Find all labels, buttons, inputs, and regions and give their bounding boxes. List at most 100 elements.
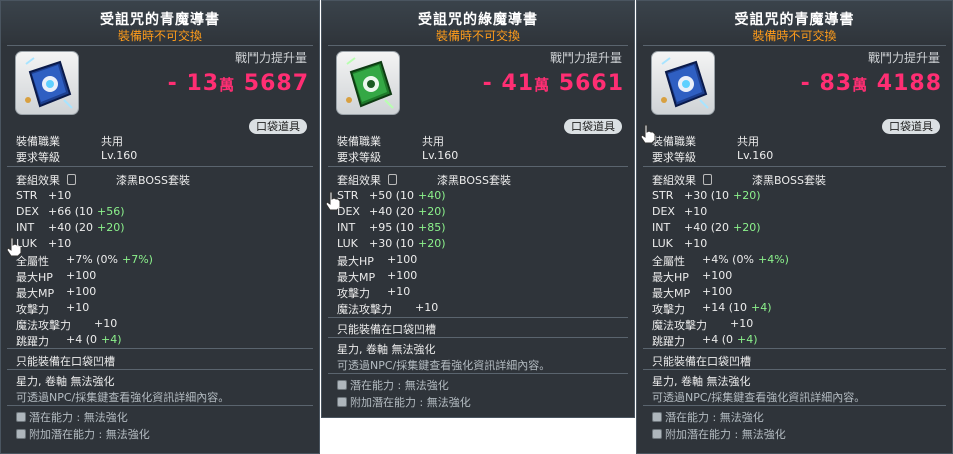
potential-text: 潛在能力 : 無法強化 bbox=[665, 411, 764, 424]
stat-name: DEX bbox=[337, 205, 360, 218]
stat-name: INT bbox=[337, 221, 356, 234]
divider bbox=[7, 348, 313, 349]
stat-value: +100 bbox=[387, 253, 418, 266]
combat-power-change: - 41萬 5661 bbox=[483, 71, 624, 96]
set-value: 漆黑BOSS套裝 bbox=[752, 174, 826, 187]
stat-bonus: +85) bbox=[418, 221, 446, 234]
stat-value: +4% (0% bbox=[702, 253, 754, 266]
divider bbox=[7, 405, 313, 406]
stat-bonus: +20) bbox=[418, 237, 446, 250]
npc-note: 可透過NPC/採集鍵查看強化資訊詳細內容。 bbox=[652, 391, 866, 404]
combat-power-change: - 13萬 5687 bbox=[168, 71, 309, 96]
stat-name: STR bbox=[652, 189, 674, 202]
stat-bonus: +4) bbox=[751, 301, 772, 314]
set-icon bbox=[702, 174, 712, 185]
stat-bonus: +56) bbox=[97, 205, 125, 218]
additional-potential-text: 附加潛在能力 : 無法強化 bbox=[29, 428, 150, 441]
stat-row: 攻擊力 +10 bbox=[16, 301, 89, 317]
stat-bonus-wrap: +20) bbox=[729, 221, 761, 234]
item-tooltip-1: 受詛咒的青魔導書 裝備時不可交換 戰鬥力提升量 - 13萬 5687 口袋道具 … bbox=[0, 0, 320, 454]
stat-value: +10 bbox=[684, 237, 708, 250]
set-label: 套組效果 bbox=[652, 174, 696, 187]
combat-power-change: - 83萬 4188 bbox=[801, 71, 942, 96]
power-wan: 41 bbox=[501, 71, 535, 96]
stat-bonus-wrap: +4%) bbox=[754, 253, 789, 266]
stat-value: +4 (0 bbox=[702, 333, 734, 346]
stat-row: 最大MP +100 bbox=[652, 285, 732, 301]
divider bbox=[643, 405, 946, 406]
stat-name: 攻擊力 bbox=[16, 303, 49, 316]
divider bbox=[643, 369, 946, 370]
stat-row: 跳躍力 +4 (0 +4) bbox=[652, 333, 758, 349]
divider bbox=[328, 373, 628, 374]
combat-power-label: 戰鬥力提升量 bbox=[867, 51, 940, 65]
stat-row: 全屬性 +4% (0% +4%) bbox=[652, 253, 789, 269]
additional-potential-text: 附加潛在能力 : 無法強化 bbox=[665, 428, 786, 441]
additional-potential-row: 附加潛在能力 : 無法強化 bbox=[652, 426, 786, 442]
stat-row: DEX +40 (20 +20) bbox=[337, 205, 446, 218]
pocket-only-note: 只能裝備在口袋凹槽 bbox=[652, 355, 751, 368]
divider bbox=[328, 317, 628, 318]
trade-notice: 裝備時不可交換 bbox=[435, 29, 520, 43]
divider bbox=[328, 45, 628, 46]
power-sign: - bbox=[167, 71, 178, 96]
power-wan: 13 bbox=[186, 71, 220, 96]
stat-bonus-wrap: +56) bbox=[93, 205, 125, 218]
power-rest: 5687 bbox=[243, 71, 309, 96]
stat-value: +100 bbox=[66, 269, 97, 282]
stat-row: STR +50 (10 +40) bbox=[337, 189, 446, 202]
stat-value: +7% (0% bbox=[66, 253, 118, 266]
item-title: 受詛咒的青魔導書 bbox=[100, 12, 220, 28]
stat-value: +10 bbox=[48, 237, 72, 250]
job-label: 裝備職業 bbox=[652, 135, 696, 148]
star-scroll-note: 星力, 卷軸 無法強化 bbox=[337, 343, 436, 356]
stat-name: 魔法攻擊力 bbox=[337, 303, 392, 316]
stat-bonus-wrap: +4) bbox=[733, 333, 758, 346]
set-row: 套組效果 漆黑BOSS套裝 bbox=[652, 172, 826, 188]
stat-name: 全屬性 bbox=[16, 255, 49, 268]
job-value: 共用 bbox=[737, 135, 759, 148]
stat-row: LUK +10 bbox=[652, 237, 707, 250]
divider bbox=[643, 166, 946, 167]
stat-value: +100 bbox=[702, 285, 733, 298]
star-scroll-note: 星力, 卷軸 無法強化 bbox=[652, 375, 751, 388]
power-wan: 83 bbox=[819, 71, 853, 96]
item-icon-frame bbox=[15, 51, 79, 115]
stat-row: 最大HP +100 bbox=[652, 269, 732, 285]
stat-row: 最大MP +100 bbox=[16, 285, 96, 301]
stat-row: 跳躍力 +4 (0 +4) bbox=[16, 333, 122, 349]
stat-name: 最大MP bbox=[337, 271, 376, 284]
stat-value: +10 bbox=[94, 317, 118, 330]
potential-text: 潛在能力 : 無法強化 bbox=[29, 411, 128, 424]
stat-name: 跳躍力 bbox=[16, 335, 49, 348]
bullet-icon bbox=[652, 412, 662, 422]
trade-notice: 裝備時不可交換 bbox=[117, 29, 202, 43]
item-title: 受詛咒的綠魔導書 bbox=[418, 12, 538, 28]
stat-name: 跳躍力 bbox=[652, 335, 685, 348]
bullet-icon bbox=[652, 429, 662, 439]
stat-name: LUK bbox=[652, 237, 673, 250]
stat-row: STR +10 bbox=[16, 189, 71, 202]
additional-potential-row: 附加潛在能力 : 無法強化 bbox=[16, 426, 150, 442]
stat-name: STR bbox=[337, 189, 359, 202]
stat-name: LUK bbox=[337, 237, 358, 250]
stat-name: LUK bbox=[16, 237, 37, 250]
item-icon-frame bbox=[651, 51, 715, 115]
job-row: 裝備職業 共用 bbox=[652, 133, 759, 149]
level-row: 要求等級 Lv.160 bbox=[652, 149, 773, 165]
level-value: Lv.160 bbox=[422, 149, 459, 162]
stat-value: +10 bbox=[730, 317, 754, 330]
hand-cursor-icon bbox=[640, 124, 656, 144]
level-label: 要求等級 bbox=[337, 151, 381, 164]
stat-row: 最大HP +100 bbox=[16, 269, 96, 285]
stat-row: STR +30 (10 +20) bbox=[652, 189, 761, 202]
stat-bonus: +4) bbox=[737, 333, 758, 346]
set-label: 套組效果 bbox=[337, 174, 381, 187]
set-icon bbox=[66, 174, 76, 185]
stat-name: 最大MP bbox=[16, 287, 55, 300]
stat-bonus: +20) bbox=[733, 221, 761, 234]
bullet-icon bbox=[16, 429, 26, 439]
pocket-only-note: 只能裝備在口袋凹槽 bbox=[337, 323, 436, 336]
stat-row: 最大MP +100 bbox=[337, 269, 417, 285]
stat-row: 魔法攻擊力 +10 bbox=[652, 317, 753, 333]
